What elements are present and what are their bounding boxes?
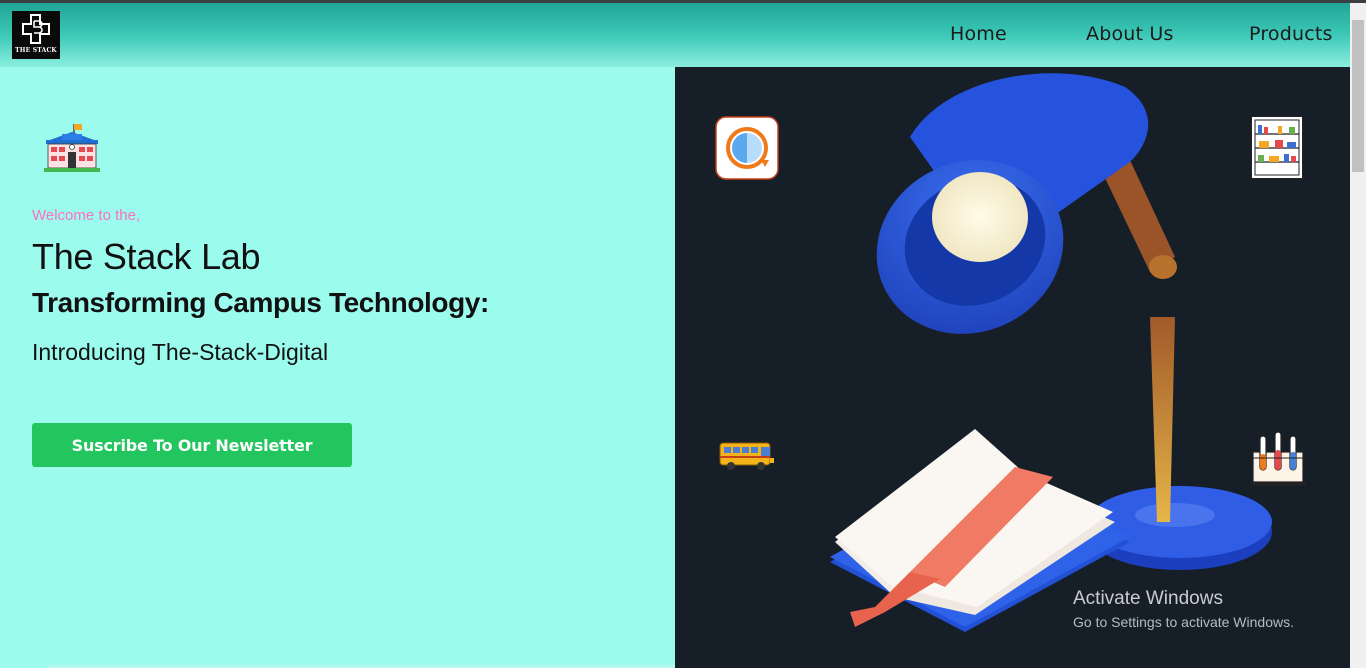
test-tubes-icon	[1250, 428, 1306, 493]
page-subtitle: Transforming Campus Technology:	[32, 287, 489, 318]
welcome-text: Welcome to the,	[32, 207, 141, 224]
nav-about-us-link[interactable]: About Us	[1086, 23, 1174, 45]
sync-circle-icon	[715, 116, 779, 185]
subscribe-newsletter-button[interactable]: Suscribe To Our Newsletter	[32, 423, 352, 467]
intro-text: Introducing The-Stack-Digital	[32, 339, 329, 365]
logo-text: THE STACK	[15, 47, 57, 54]
site-logo[interactable]: THE STACK	[12, 11, 60, 59]
top-navbar: THE STACK Home About Us Products	[0, 3, 1350, 67]
nav-home-link[interactable]: Home	[950, 23, 1007, 45]
windows-activation-subtitle: Go to Settings to activate Windows.	[1073, 614, 1294, 630]
school-bus-icon	[718, 440, 776, 477]
school-building-icon	[42, 122, 102, 179]
nav-products-link[interactable]: Products	[1249, 23, 1333, 45]
page-scrollbar-thumb[interactable]	[1352, 20, 1364, 172]
medical-cross-logo-icon	[22, 14, 50, 44]
windows-activation-title: Activate Windows	[1073, 588, 1223, 609]
library-shelf-icon	[1251, 116, 1303, 184]
page-title: The Stack Lab	[32, 236, 261, 277]
